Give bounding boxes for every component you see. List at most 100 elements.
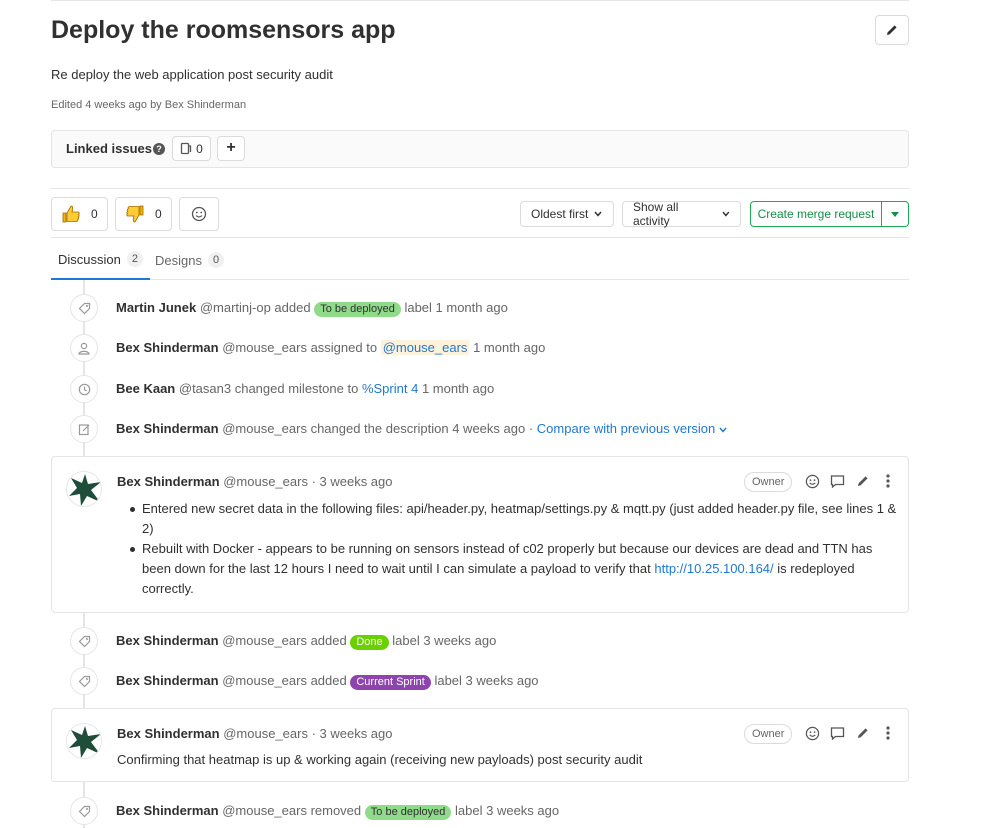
top-divider [51,0,909,1]
create-merge-request-group: Create merge request [750,201,909,227]
avatar[interactable] [66,471,102,507]
avatar[interactable] [66,723,102,759]
system-note-text: Bex Shinderman @mouse_ears assigned to @… [116,340,545,355]
comment-actions [804,724,896,742]
more-actions-button[interactable] [879,472,896,490]
comment-meta: @mouse_ears · 3 weeks ago [223,474,393,489]
label-badge[interactable]: Done [350,635,389,650]
question-icon[interactable]: ? [153,143,165,155]
comment-author[interactable]: Bex Shinderman [117,726,220,741]
tab-discussion-count: 2 [126,251,143,267]
note-action: @tasan3 changed milestone to [178,381,359,396]
activity-filter-dropdown[interactable]: Show all activity [622,200,741,228]
merge-request-options-button[interactable] [882,202,908,226]
create-merge-request-button[interactable]: Create merge request [751,202,882,226]
comment-body: Confirming that heatmap is up & working … [117,752,643,767]
note-author[interactable]: Bex Shinderman [116,803,219,818]
comment-note: Bex Shinderman @mouse_ears · 3 weeks ago… [51,708,909,782]
thumbsdown-icon [126,205,144,223]
issue-tabs: Discussion 2 Designs 0 [51,240,909,280]
note-author[interactable]: Martin Junek [116,300,196,315]
reply-button[interactable] [829,724,846,742]
divider [51,237,909,238]
add-linked-issue-button[interactable]: + [217,136,245,161]
chevron-down-icon [594,211,602,217]
pencil-icon [857,728,868,738]
note-author[interactable]: Bex Shinderman [116,633,219,648]
caret-down-icon [891,211,899,217]
system-note: Bex Shinderman @mouse_ears changed the d… [51,415,909,445]
comment-meta: @mouse_ears · 3 weeks ago [223,726,393,741]
label-badge[interactable]: To be deployed [364,805,452,820]
note-action: @mouse_ears changed the description 4 we… [222,421,534,436]
issue-title: Deploy the roomsensors app [51,16,396,44]
note-author[interactable]: Bee Kaan [116,381,175,396]
tab-discussion[interactable]: Discussion 2 [51,240,150,280]
note-action: @mouse_ears assigned to [222,340,378,355]
tab-designs-label: Designs [155,252,202,268]
system-note-text: Martin Junek @martinj-op added To be dep… [116,300,508,317]
note-action: @mouse_ears added [222,673,347,688]
linked-issues-block: Linked issues ? 0 + [51,130,909,168]
system-note: Bex Shinderman @mouse_ears added Current… [51,667,909,697]
note-time: label 1 month ago [404,300,508,315]
comment-author[interactable]: Bex Shinderman [117,474,220,489]
add-reaction-button[interactable] [804,472,821,490]
note-author[interactable]: Bex Shinderman [116,673,219,688]
clock-icon [70,375,98,403]
edit-comment-button[interactable] [854,724,871,742]
smiley-icon [805,726,820,740]
note-author[interactable]: Bex Shinderman [116,421,219,436]
milestone-link[interactable]: %Sprint 4 [362,381,418,396]
sort-dropdown[interactable]: Oldest first [520,201,614,227]
system-note: Bee Kaan @tasan3 changed milestone to %S… [51,375,909,405]
linked-issues-count: 0 [196,141,203,156]
url-link[interactable]: http://10.25.100.164/ [654,561,773,576]
label-icon [70,667,98,695]
issues-icon [181,142,192,155]
ellipsis-v-icon [885,726,890,740]
note-time: label 3 weeks ago [392,633,497,648]
smiley-icon [805,474,820,488]
label-badge[interactable]: To be deployed [314,302,401,317]
comment-icon [830,726,845,740]
sort-label: Oldest first [531,207,589,221]
compare-version-link[interactable]: Compare with previous version [537,421,727,436]
linked-issues-title: Linked issues [66,141,152,156]
tab-designs[interactable]: Designs 0 [155,240,225,280]
system-note-text: Bex Shinderman @mouse_ears added Done la… [116,633,496,650]
add-reaction-button[interactable] [804,724,821,742]
edit-icon [70,415,98,443]
activity-filter-label: Show all activity [633,200,679,228]
note-action: @mouse_ears added [222,633,347,648]
thumbsup-button[interactable]: 0 [51,197,108,231]
reply-button[interactable] [829,472,846,490]
thumbsdown-button[interactable]: 0 [115,197,172,231]
linked-issues-count-badge[interactable]: 0 [172,136,211,161]
edited-info: Edited 4 weeks ago by Bex Shinderman [51,99,247,111]
user-icon [70,334,98,362]
label-badge[interactable]: Current Sprint [350,675,431,690]
comment-note: Bex Shinderman @mouse_ears · 3 weeks ago… [51,456,909,613]
more-actions-button[interactable] [879,724,896,742]
user-mention[interactable]: @mouse_ears [380,340,470,355]
comment-body: Entered new secret data in the following… [117,499,902,599]
pencil-icon [857,476,868,486]
note-action: @martinj-op added [199,300,311,315]
chevron-down-icon [722,211,730,217]
system-note-text: Bee Kaan @tasan3 changed milestone to %S… [116,381,494,396]
owner-badge: Owner [744,472,793,492]
add-reaction-button[interactable] [179,197,219,231]
owner-badge: Owner [744,724,793,744]
system-note-text: Bex Shinderman @mouse_ears added Current… [116,673,539,690]
note-author[interactable]: Bex Shinderman [116,340,219,355]
thumbsup-count: 0 [91,207,98,221]
edit-comment-button[interactable] [854,472,871,490]
chevron-down-icon [719,427,727,433]
label-icon [70,294,98,322]
edit-issue-button[interactable] [875,15,909,45]
note-time: label 3 weeks ago [434,673,539,688]
pencil-icon [887,25,897,35]
system-note-text: Bex Shinderman @mouse_ears changed the d… [116,421,727,436]
compare-version-label: Compare with previous version [536,421,716,436]
